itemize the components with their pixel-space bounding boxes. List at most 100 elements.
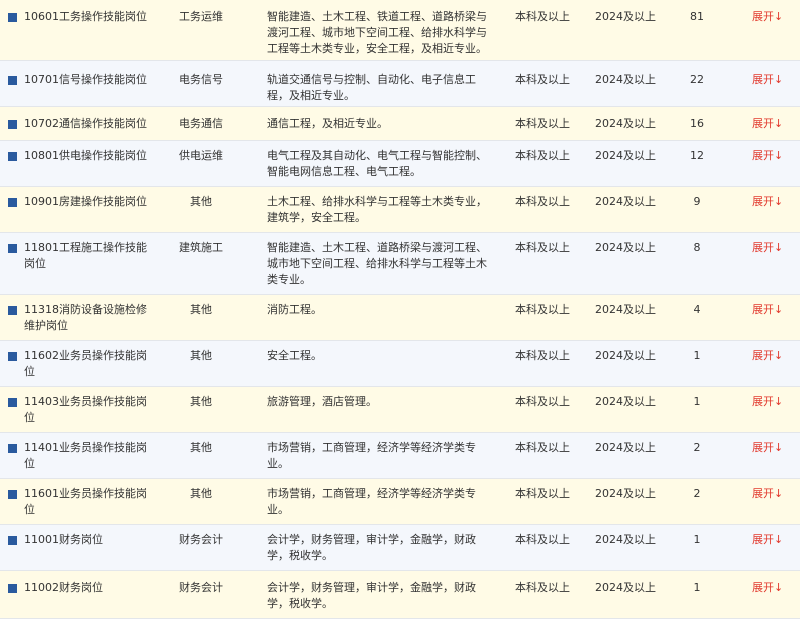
education: 本科及以上 — [515, 117, 570, 130]
category: 其他 — [190, 195, 212, 208]
education: 本科及以上 — [515, 395, 570, 408]
table-row: 10901房建操作技能岗位 其他 土木工程、给排水科学与工程等土木类专业，建筑学… — [0, 187, 800, 233]
category: 电务通信 — [179, 117, 223, 130]
expand-button[interactable]: 展开↓ — [752, 194, 792, 210]
category: 其他 — [190, 303, 212, 316]
major-requirement: 智能建造、土木工程、铁道工程、道路桥梁与渡河工程、城市地下空间工程、给排水科学与… — [267, 10, 487, 55]
headcount: 81 — [690, 10, 704, 23]
position-name: 11318消防设备设施检修维护岗位 — [24, 303, 147, 332]
row-marker — [8, 13, 17, 22]
row-marker — [8, 536, 17, 545]
table-row: 11001财务岗位 财务会计 会计学，财务管理，审计学，金融学，财政学，税收学。… — [0, 525, 800, 571]
row-marker — [8, 490, 17, 499]
position-name: 10702通信操作技能岗位 — [24, 117, 147, 130]
row-marker — [8, 444, 17, 453]
category: 其他 — [190, 349, 212, 362]
education: 本科及以上 — [515, 533, 570, 546]
education: 本科及以上 — [515, 73, 570, 86]
position-name: 11002财务岗位 — [24, 581, 103, 594]
major-requirement: 市场营销，工商管理，经济学等经济学类专业。 — [267, 441, 476, 470]
expand-button[interactable]: 展开↓ — [752, 440, 792, 456]
row-marker — [8, 120, 17, 129]
major-requirement: 市场营销，工商管理，经济学等经济学类专业。 — [267, 487, 476, 516]
expand-button[interactable]: 展开↓ — [752, 580, 792, 596]
expand-button[interactable]: 展开↓ — [752, 9, 792, 25]
table-row: 11002财务岗位 财务会计 会计学，财务管理，审计学，金融学，财政学，税收学。… — [0, 571, 800, 619]
expand-button[interactable]: 展开↓ — [752, 72, 792, 88]
position-name: 10701信号操作技能岗位 — [24, 73, 147, 86]
position-name: 11403业务员操作技能岗位 — [24, 395, 147, 424]
headcount: 2 — [693, 441, 701, 454]
category: 供电运维 — [179, 149, 223, 162]
expand-button[interactable]: 展开↓ — [752, 532, 792, 548]
table-row: 10601工务操作技能岗位 工务运维 智能建造、土木工程、铁道工程、道路桥梁与渡… — [0, 0, 800, 61]
position-name: 11001财务岗位 — [24, 533, 103, 546]
category: 其他 — [190, 441, 212, 454]
headcount: 2 — [693, 487, 701, 500]
position-name: 11801工程施工操作技能岗位 — [24, 241, 147, 270]
education: 本科及以上 — [515, 441, 570, 454]
row-marker — [8, 152, 17, 161]
expand-button[interactable]: 展开↓ — [752, 148, 792, 164]
expand-button[interactable]: 展开↓ — [752, 348, 792, 364]
position-name: 10901房建操作技能岗位 — [24, 195, 147, 208]
education: 本科及以上 — [515, 10, 570, 23]
expand-button[interactable]: 展开↓ — [752, 486, 792, 502]
major-requirement: 消防工程。 — [267, 303, 322, 316]
position-name: 11602业务员操作技能岗位 — [24, 349, 147, 378]
major-requirement: 土木工程、给排水科学与工程等土木类专业，建筑学，安全工程。 — [267, 195, 487, 224]
education: 本科及以上 — [515, 195, 570, 208]
table-row: 10801供电操作技能岗位 供电运维 电气工程及其自动化、电气工程与智能控制、智… — [0, 141, 800, 187]
expand-button[interactable]: 展开↓ — [752, 302, 792, 318]
row-marker — [8, 584, 17, 593]
row-marker — [8, 306, 17, 315]
education: 本科及以上 — [515, 581, 570, 594]
expand-button[interactable]: 展开↓ — [752, 240, 792, 256]
category: 其他 — [190, 395, 212, 408]
position-name: 11601业务员操作技能岗位 — [24, 487, 147, 516]
category: 其他 — [190, 487, 212, 500]
category: 财务会计 — [179, 533, 223, 546]
table-row: 11401业务员操作技能岗位 其他 市场营销，工商管理，经济学等经济学类专业。 … — [0, 433, 800, 479]
education: 本科及以上 — [515, 349, 570, 362]
education: 本科及以上 — [515, 487, 570, 500]
headcount: 9 — [693, 195, 701, 208]
row-marker — [8, 76, 17, 85]
headcount: 12 — [690, 149, 704, 162]
category: 建筑施工 — [179, 241, 223, 254]
major-requirement: 通信工程，及相近专业。 — [267, 117, 388, 130]
row-marker — [8, 352, 17, 361]
category: 电务信号 — [179, 73, 223, 86]
table-row: 11601业务员操作技能岗位 其他 市场营销，工商管理，经济学等经济学类专业。 … — [0, 479, 800, 525]
positions-table: 10601工务操作技能岗位 工务运维 智能建造、土木工程、铁道工程、道路桥梁与渡… — [0, 0, 800, 619]
position-name: 11401业务员操作技能岗位 — [24, 441, 147, 470]
headcount: 1 — [693, 349, 701, 362]
row-marker — [8, 244, 17, 253]
row-marker — [8, 398, 17, 407]
major-requirement: 旅游管理，酒店管理。 — [267, 395, 377, 408]
table-row: 10702通信操作技能岗位 电务通信 通信工程，及相近专业。 本科及以上 202… — [0, 107, 800, 141]
education: 本科及以上 — [515, 149, 570, 162]
category: 财务会计 — [179, 581, 223, 594]
table-row: 11602业务员操作技能岗位 其他 安全工程。 本科及以上 2024及以上 1 … — [0, 341, 800, 387]
education: 本科及以上 — [515, 241, 570, 254]
table-row: 11318消防设备设施检修维护岗位 其他 消防工程。 本科及以上 2024及以上… — [0, 295, 800, 341]
table-row: 11801工程施工操作技能岗位 建筑施工 智能建造、土木工程、道路桥梁与渡河工程… — [0, 233, 800, 295]
major-requirement: 智能建造、土木工程、道路桥梁与渡河工程、城市地下空间工程、给排水科学与工程等土木… — [267, 241, 487, 286]
headcount: 1 — [693, 533, 701, 546]
major-requirement: 轨道交通信号与控制、自动化、电子信息工程，及相近专业。 — [267, 73, 476, 102]
headcount: 1 — [693, 581, 701, 594]
headcount: 4 — [693, 303, 701, 316]
expand-button[interactable]: 展开↓ — [752, 116, 792, 132]
major-requirement: 会计学，财务管理，审计学，金融学，财政学，税收学。 — [267, 581, 476, 610]
major-requirement: 会计学，财务管理，审计学，金融学，财政学，税收学。 — [267, 533, 476, 562]
position-name: 10801供电操作技能岗位 — [24, 149, 147, 162]
education: 本科及以上 — [515, 303, 570, 316]
table-row: 11403业务员操作技能岗位 其他 旅游管理，酒店管理。 本科及以上 2024及… — [0, 387, 800, 433]
row-marker — [8, 198, 17, 207]
major-requirement: 安全工程。 — [267, 349, 322, 362]
headcount: 22 — [690, 73, 704, 86]
category: 工务运维 — [179, 10, 223, 23]
expand-button[interactable]: 展开↓ — [752, 394, 792, 410]
position-name: 10601工务操作技能岗位 — [24, 10, 147, 23]
